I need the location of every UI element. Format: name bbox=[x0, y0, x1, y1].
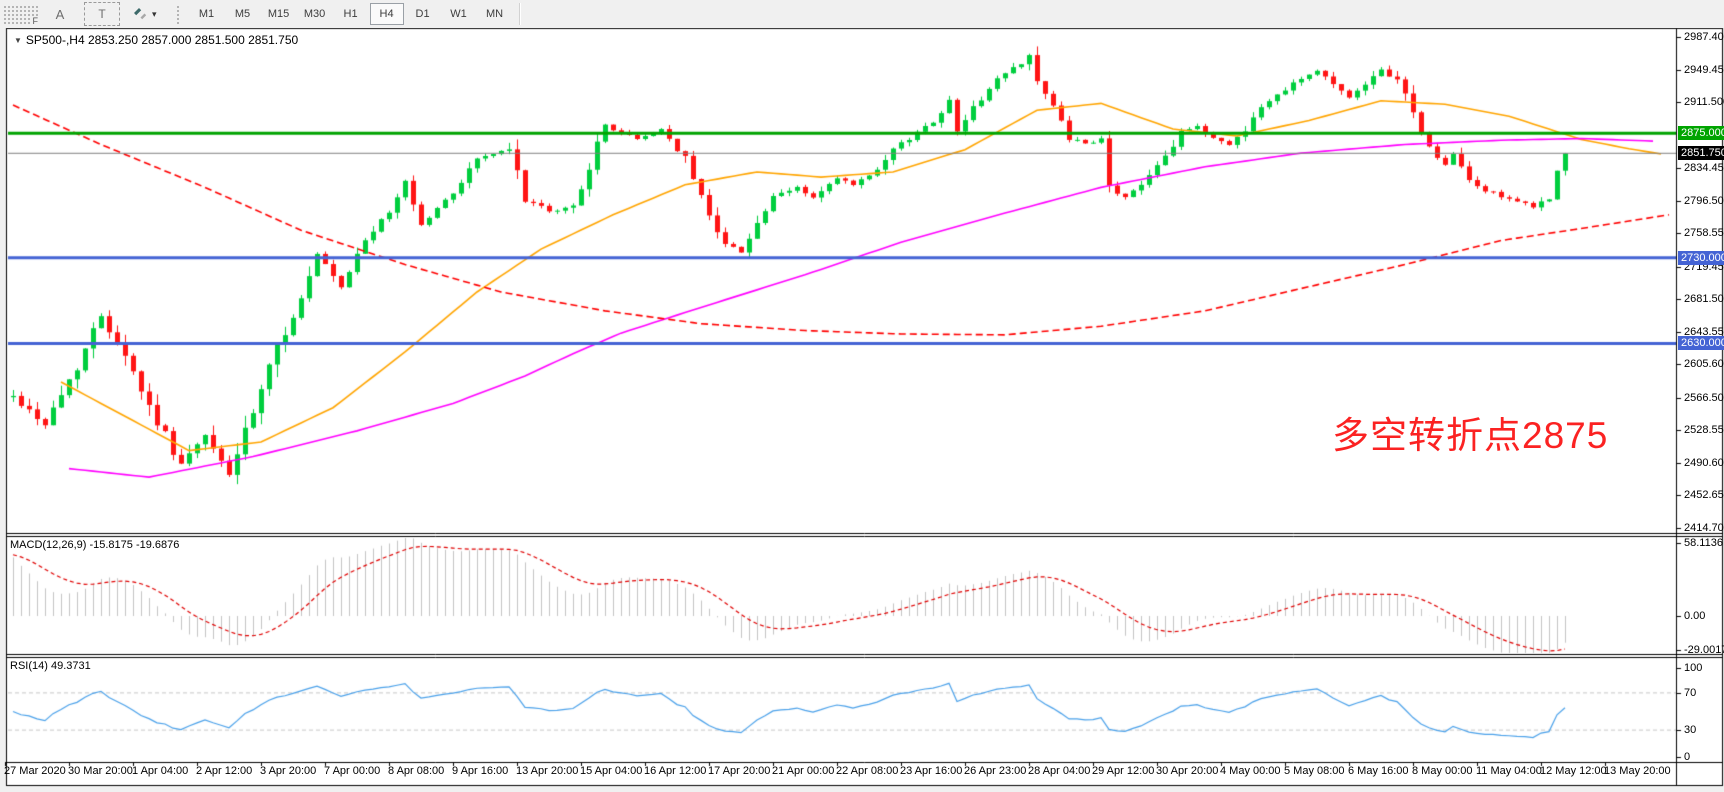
timeframe-button-d1[interactable]: D1 bbox=[406, 3, 440, 25]
font-tool-button[interactable]: A bbox=[44, 2, 76, 26]
toolbar-grip[interactable]: F bbox=[2, 4, 40, 24]
toolbar-grip-label: F bbox=[32, 16, 40, 26]
toolbar-separator bbox=[519, 3, 520, 25]
toolbar-grip-2[interactable] bbox=[175, 4, 181, 24]
dropdown-caret-icon[interactable]: ▾ bbox=[152, 9, 157, 20]
arrows-tool-icon bbox=[132, 5, 149, 23]
timeframe-button-m1[interactable]: M1 bbox=[190, 3, 224, 25]
timeframe-button-h1[interactable]: H1 bbox=[334, 3, 368, 25]
app-toolbar: F A T ▾ M1M5M15M30H1H4D1W1MN bbox=[0, 0, 1724, 28]
text-tool-button[interactable]: T bbox=[84, 2, 120, 26]
timeframe-toolbar: M1M5M15M30H1H4D1W1MN bbox=[189, 3, 513, 25]
timeframe-button-m15[interactable]: M15 bbox=[262, 3, 296, 25]
timeframe-button-m30[interactable]: M30 bbox=[298, 3, 332, 25]
timeframe-button-m5[interactable]: M5 bbox=[226, 3, 260, 25]
timeframe-button-h4[interactable]: H4 bbox=[370, 3, 404, 25]
mt4-terminal: { "toolbar": { "grip_label": "F", "font_… bbox=[0, 0, 1724, 792]
timeframe-button-w1[interactable]: W1 bbox=[442, 3, 476, 25]
arrows-tool-button[interactable]: ▾ bbox=[128, 2, 161, 26]
chart-canvas[interactable] bbox=[0, 0, 1724, 792]
timeframe-button-mn[interactable]: MN bbox=[478, 3, 512, 25]
